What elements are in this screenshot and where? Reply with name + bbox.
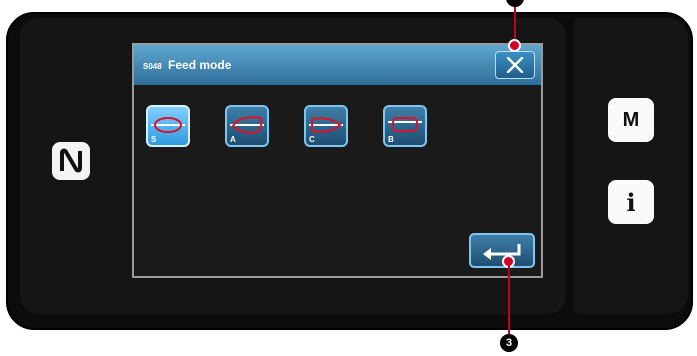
key-panel	[574, 18, 688, 314]
close-x-icon	[506, 57, 524, 73]
feed-mode-letter: C	[309, 135, 315, 144]
feed-mode-c-button[interactable]: C	[304, 105, 348, 147]
menu-m-button[interactable]: M	[608, 98, 654, 142]
close-button[interactable]	[495, 51, 535, 79]
close-callout-dot	[510, 41, 519, 50]
feed-mode-letter: B	[388, 135, 394, 144]
close-callout-marker	[506, 0, 524, 7]
feed-mode-letter: A	[230, 135, 236, 144]
enter-callout-line	[508, 265, 510, 334]
dialog-title-bar: S048 Feed mode	[134, 45, 541, 85]
info-button[interactable]: i	[608, 180, 654, 224]
feed-mode-a-button[interactable]: A	[225, 105, 269, 147]
enter-callout-number: 3	[500, 334, 518, 352]
dialog-title-label: Feed mode	[168, 58, 232, 72]
feed-mode-s-button[interactable]: S	[146, 105, 190, 147]
nfc-icon	[52, 142, 90, 180]
feed-mode-b-button[interactable]: B	[383, 105, 427, 147]
feed-mode-letter: S	[151, 135, 157, 144]
panel-divider	[566, 18, 574, 314]
dialog-title: S048 Feed mode	[143, 58, 231, 72]
screen-code: S048	[143, 62, 162, 71]
feed-mode-dialog: S048 Feed mode S A C B	[132, 43, 543, 278]
enter-return-icon	[483, 243, 521, 260]
enter-button[interactable]	[469, 233, 535, 268]
